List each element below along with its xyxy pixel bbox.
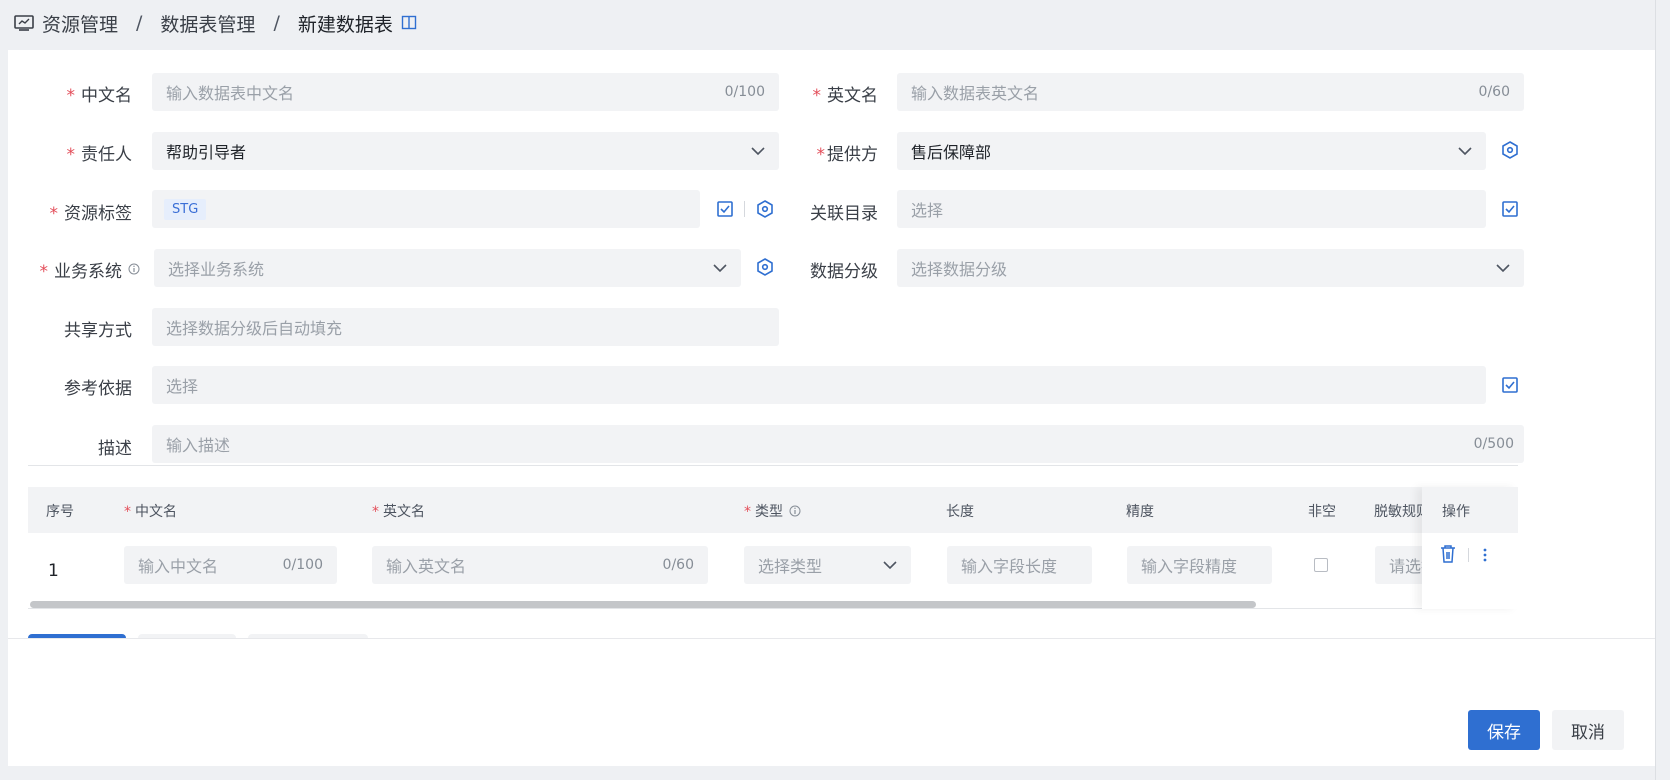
reference-input[interactable]: 选择 (152, 366, 1486, 404)
info-icon[interactable] (128, 263, 140, 275)
row-type-select[interactable]: 选择类型 (744, 546, 911, 584)
col-type: * 类型 (744, 501, 801, 521)
row-length-input[interactable]: 输入字段长度 (947, 546, 1092, 584)
en-name-counter: 0/60 (1478, 84, 1510, 100)
desc-label: 描述 (98, 439, 132, 459)
row-not-null-checkbox[interactable] (1314, 558, 1328, 572)
settings-icon[interactable] (1501, 141, 1519, 159)
en-name-input[interactable]: 输入数据表英文名 0/60 (897, 73, 1524, 111)
window-edge (1655, 0, 1670, 780)
breadcrumb-item-current: 新建数据表 (297, 13, 393, 36)
footer-bar (8, 638, 1655, 766)
book-icon[interactable] (401, 15, 417, 31)
row-precision-input[interactable]: 输入字段精度 (1127, 546, 1272, 584)
row-index: 1 (48, 561, 59, 581)
breadcrumb-item-resource[interactable]: 资源管理 (42, 10, 118, 37)
chevron-down-icon (751, 146, 765, 155)
col-index: 序号 (46, 504, 74, 520)
table-row: 1 输入中文名 0/100 输入英文名 0/60 选择类型 输入字段长度 输入字段精… (28, 487, 1518, 609)
col-ops: 操作 (1422, 487, 1518, 533)
icon-divider (744, 201, 745, 217)
row-en-name-input[interactable]: 输入英文名 0/60 (372, 546, 708, 584)
col-en-name: * 英文名 (372, 504, 425, 520)
cn-name-input[interactable]: 输入数据表中文名 0/100 (152, 73, 779, 111)
tag-chip[interactable]: STG (164, 198, 207, 220)
row-cn-name-input[interactable]: 输入中文名 0/100 (124, 546, 337, 584)
section-divider (28, 465, 1518, 466)
catalog-label: 关联目录 (810, 204, 878, 224)
settings-icon[interactable] (756, 258, 774, 276)
provider-select[interactable]: 售后保障部 (897, 132, 1486, 170)
chevron-down-icon (1458, 146, 1472, 155)
fields-table-header: 序号 * 中文名 * 英文名 * 类型 长度 精度 非空 脱敏规则 (28, 487, 1518, 533)
col-mask: 脱敏规则 (1374, 504, 1426, 520)
cn-name-counter: 0/100 (724, 84, 765, 100)
checkbox-select-icon[interactable] (1501, 376, 1519, 394)
en-name-label: * 英文名 (812, 86, 879, 106)
share-input[interactable]: 选择数据分级后自动填充 (152, 308, 779, 346)
col-precision: 精度 (1126, 504, 1154, 520)
col-cn-name: * 中文名 (124, 504, 177, 520)
breadcrumb-separator: / (136, 12, 143, 34)
catalog-input[interactable]: 选择 (897, 190, 1486, 228)
breadcrumb-separator: / (273, 12, 280, 34)
chevron-down-icon (1496, 263, 1510, 272)
info-icon[interactable] (789, 505, 801, 517)
breadcrumb-item-table-manage[interactable]: 数据表管理 (160, 10, 255, 37)
biz-system-select[interactable]: 选择业务系统 (154, 249, 741, 287)
settings-icon[interactable] (756, 200, 774, 218)
col-length: 长度 (946, 504, 974, 520)
trash-icon[interactable] (1439, 544, 1457, 564)
chevron-down-icon (883, 560, 897, 569)
tags-label: * 资源标签 (49, 204, 133, 224)
owner-select[interactable]: 帮助引导者 (152, 132, 779, 170)
horizontal-scrollbar[interactable] (30, 601, 1256, 608)
tags-input[interactable]: STG (152, 190, 700, 228)
reference-label: 参考依据 (64, 379, 132, 399)
cancel-button[interactable]: 取消 (1552, 710, 1624, 750)
ops-divider (1468, 548, 1469, 562)
desc-textarea[interactable]: 输入描述 0/500 (152, 425, 1524, 463)
data-level-label: 数据分级 (810, 262, 878, 282)
biz-system-label: * 业务系统 (30, 257, 140, 282)
more-vertical-icon[interactable] (1482, 546, 1488, 564)
save-button[interactable]: 保存 (1468, 710, 1540, 750)
desc-counter: 0/500 (1473, 436, 1514, 452)
data-level-select[interactable]: 选择数据分级 (897, 249, 1524, 287)
ops-column: 操作 (1422, 487, 1518, 609)
col-not-null: 非空 (1308, 504, 1336, 520)
share-label: 共享方式 (64, 321, 132, 341)
chevron-down-icon (713, 263, 727, 272)
monitor-icon (14, 15, 34, 31)
provider-label: * 提供方 (816, 145, 879, 165)
breadcrumb: 资源管理 / 数据表管理 / 新建数据表 (14, 10, 417, 36)
checkbox-select-icon[interactable] (716, 200, 734, 218)
owner-label: * 责任人 (66, 145, 133, 165)
cn-name-label: * 中文名 (66, 86, 133, 106)
checkbox-select-icon[interactable] (1501, 200, 1519, 218)
